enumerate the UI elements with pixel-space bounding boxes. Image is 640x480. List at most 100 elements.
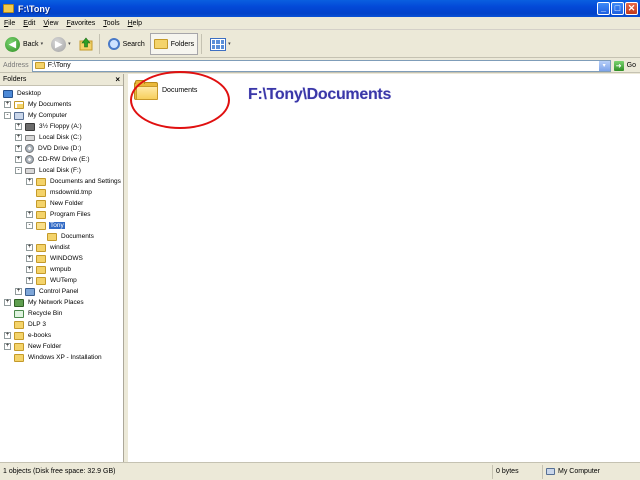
close-button[interactable]: ✕ <box>625 2 638 15</box>
menu-tools[interactable]: Tools <box>99 20 123 27</box>
folder-icon <box>36 276 46 285</box>
expand-icon[interactable]: + <box>26 244 33 251</box>
maximize-button[interactable]: □ <box>611 2 624 15</box>
tree-node[interactable]: DLP 3 <box>0 319 123 330</box>
tree-node-label: New Folder <box>50 200 84 207</box>
my-computer-icon <box>546 468 555 475</box>
menu-favorites[interactable]: Favorites <box>62 20 99 27</box>
close-pane-button[interactable]: × <box>115 75 120 84</box>
expand-icon[interactable]: + <box>26 266 33 273</box>
tree-node-label: Control Panel <box>39 288 79 295</box>
tree-node-label: Recycle Bin <box>28 310 63 317</box>
address-label: Address <box>3 62 29 69</box>
folder-icon <box>36 254 46 263</box>
address-input[interactable]: F:\Tony ▾ <box>31 59 611 72</box>
tree-node[interactable]: + WUTemp <box>0 275 123 286</box>
tree-node[interactable]: + Control Panel <box>0 286 123 297</box>
expand-icon[interactable]: + <box>4 101 11 108</box>
tree-node[interactable]: + CD-RW Drive (E:) <box>0 154 123 165</box>
tree-node[interactable]: Documents <box>0 231 123 242</box>
chevron-down-icon[interactable]: ▾ <box>41 41 44 47</box>
content-pane: Documents F:\Tony\Documents <box>128 71 640 462</box>
tree-node[interactable]: Desktop <box>0 88 123 99</box>
tree-node[interactable]: + windist <box>0 242 123 253</box>
chevron-down-icon[interactable]: ▾ <box>228 41 231 47</box>
menu-view[interactable]: View <box>39 20 62 27</box>
folder-item-documents[interactable]: Documents <box>130 71 230 129</box>
search-button[interactable]: Search <box>105 33 148 55</box>
tree-node[interactable]: Recycle Bin <box>0 308 123 319</box>
tree-node-label: WINDOWS <box>50 255 83 262</box>
tree-node[interactable]: + My Network Places <box>0 297 123 308</box>
network-places-icon <box>14 298 24 307</box>
chevron-down-icon[interactable]: ▾ <box>68 41 71 47</box>
up-folder-button[interactable] <box>76 33 96 55</box>
expand-icon[interactable]: + <box>15 156 22 163</box>
expand-icon[interactable]: + <box>26 211 33 218</box>
folder-icon <box>134 80 158 100</box>
tree-node[interactable]: + DVD Drive (D:) <box>0 143 123 154</box>
go-button[interactable]: ➜ Go <box>611 60 640 71</box>
tree-node-label: 3½ Floppy (A:) <box>39 123 82 130</box>
folder-tree: Desktop + My Documents - My Computer +3½ Flop… <box>0 86 123 363</box>
expand-icon[interactable]: + <box>26 178 33 185</box>
expand-icon[interactable]: + <box>4 343 11 350</box>
toolbar-divider <box>201 34 203 54</box>
tree-node[interactable]: Windows XP - Installation <box>0 352 123 363</box>
expand-icon[interactable]: + <box>26 255 33 262</box>
tree-node[interactable]: - Local Disk (F:) <box>0 165 123 176</box>
tree-node[interactable]: + WINDOWS <box>0 253 123 264</box>
expand-icon[interactable]: + <box>15 145 22 152</box>
collapse-icon[interactable]: - <box>26 222 33 229</box>
expand-icon[interactable]: + <box>15 288 22 295</box>
tree-node[interactable]: +3½ Floppy (A:) <box>0 121 123 132</box>
folder-icon <box>36 210 46 219</box>
address-bar: Address F:\Tony ▾ ➜ Go <box>0 59 640 73</box>
menu-bar: File Edit View Favorites Tools Help <box>0 17 640 30</box>
folder-icon <box>14 353 24 362</box>
tree-node[interactable]: New Folder <box>0 198 123 209</box>
address-value: F:\Tony <box>47 62 71 69</box>
tree-node[interactable]: - Tony <box>0 220 123 231</box>
menu-edit[interactable]: Edit <box>19 20 39 27</box>
minimize-button[interactable]: _ <box>597 2 610 15</box>
expand-icon[interactable]: + <box>26 277 33 284</box>
menu-help[interactable]: Help <box>124 20 146 27</box>
expand-icon[interactable]: + <box>15 134 22 141</box>
folders-label: Folders <box>170 40 195 48</box>
tree-node[interactable]: msdownld.tmp <box>0 187 123 198</box>
folders-icon <box>153 39 168 49</box>
tree-node[interactable]: + Local Disk (C:) <box>0 132 123 143</box>
tree-node[interactable]: + Documents and Settings <box>0 176 123 187</box>
search-label: Search <box>122 40 145 48</box>
back-button[interactable]: ◀ Back ▾ <box>2 33 46 55</box>
address-dropdown-button[interactable]: ▾ <box>598 60 610 71</box>
tree-node-label: msdownld.tmp <box>50 189 92 196</box>
tree-node[interactable]: + Program Files <box>0 209 123 220</box>
tree-node[interactable]: + wmpub <box>0 264 123 275</box>
tree-node-label: Local Disk (C:) <box>39 134 82 141</box>
expand-icon[interactable]: + <box>4 299 11 306</box>
expand-icon[interactable]: + <box>4 332 11 339</box>
tree-node-label: Desktop <box>17 90 41 97</box>
menu-file[interactable]: File <box>0 20 19 27</box>
tree-node-label: My Computer <box>28 112 68 119</box>
forward-button[interactable]: ▶ ▾ <box>48 33 74 55</box>
status-objects: 1 objects (Disk free space: 32.9 GB) <box>0 464 493 479</box>
path-annotation: F:\Tony\Documents <box>248 86 392 103</box>
expand-icon[interactable]: + <box>15 123 22 130</box>
status-location-label: My Computer <box>558 468 601 475</box>
collapse-icon[interactable]: - <box>15 167 22 174</box>
folders-pane-header: Folders × <box>0 74 123 86</box>
tree-node[interactable]: + My Documents <box>0 99 123 110</box>
hard-drive-icon <box>25 167 35 174</box>
folder-icon <box>36 243 46 252</box>
folders-button[interactable]: Folders <box>149 33 199 55</box>
views-button[interactable]: ▾ <box>207 33 234 55</box>
tree-node[interactable]: - My Computer <box>0 110 123 121</box>
folder-icon <box>36 188 46 197</box>
tree-node[interactable]: + New Folder <box>0 341 123 352</box>
tree-node-label: WUTemp <box>50 277 77 284</box>
collapse-icon[interactable]: - <box>4 112 11 119</box>
tree-node[interactable]: + e-books <box>0 330 123 341</box>
